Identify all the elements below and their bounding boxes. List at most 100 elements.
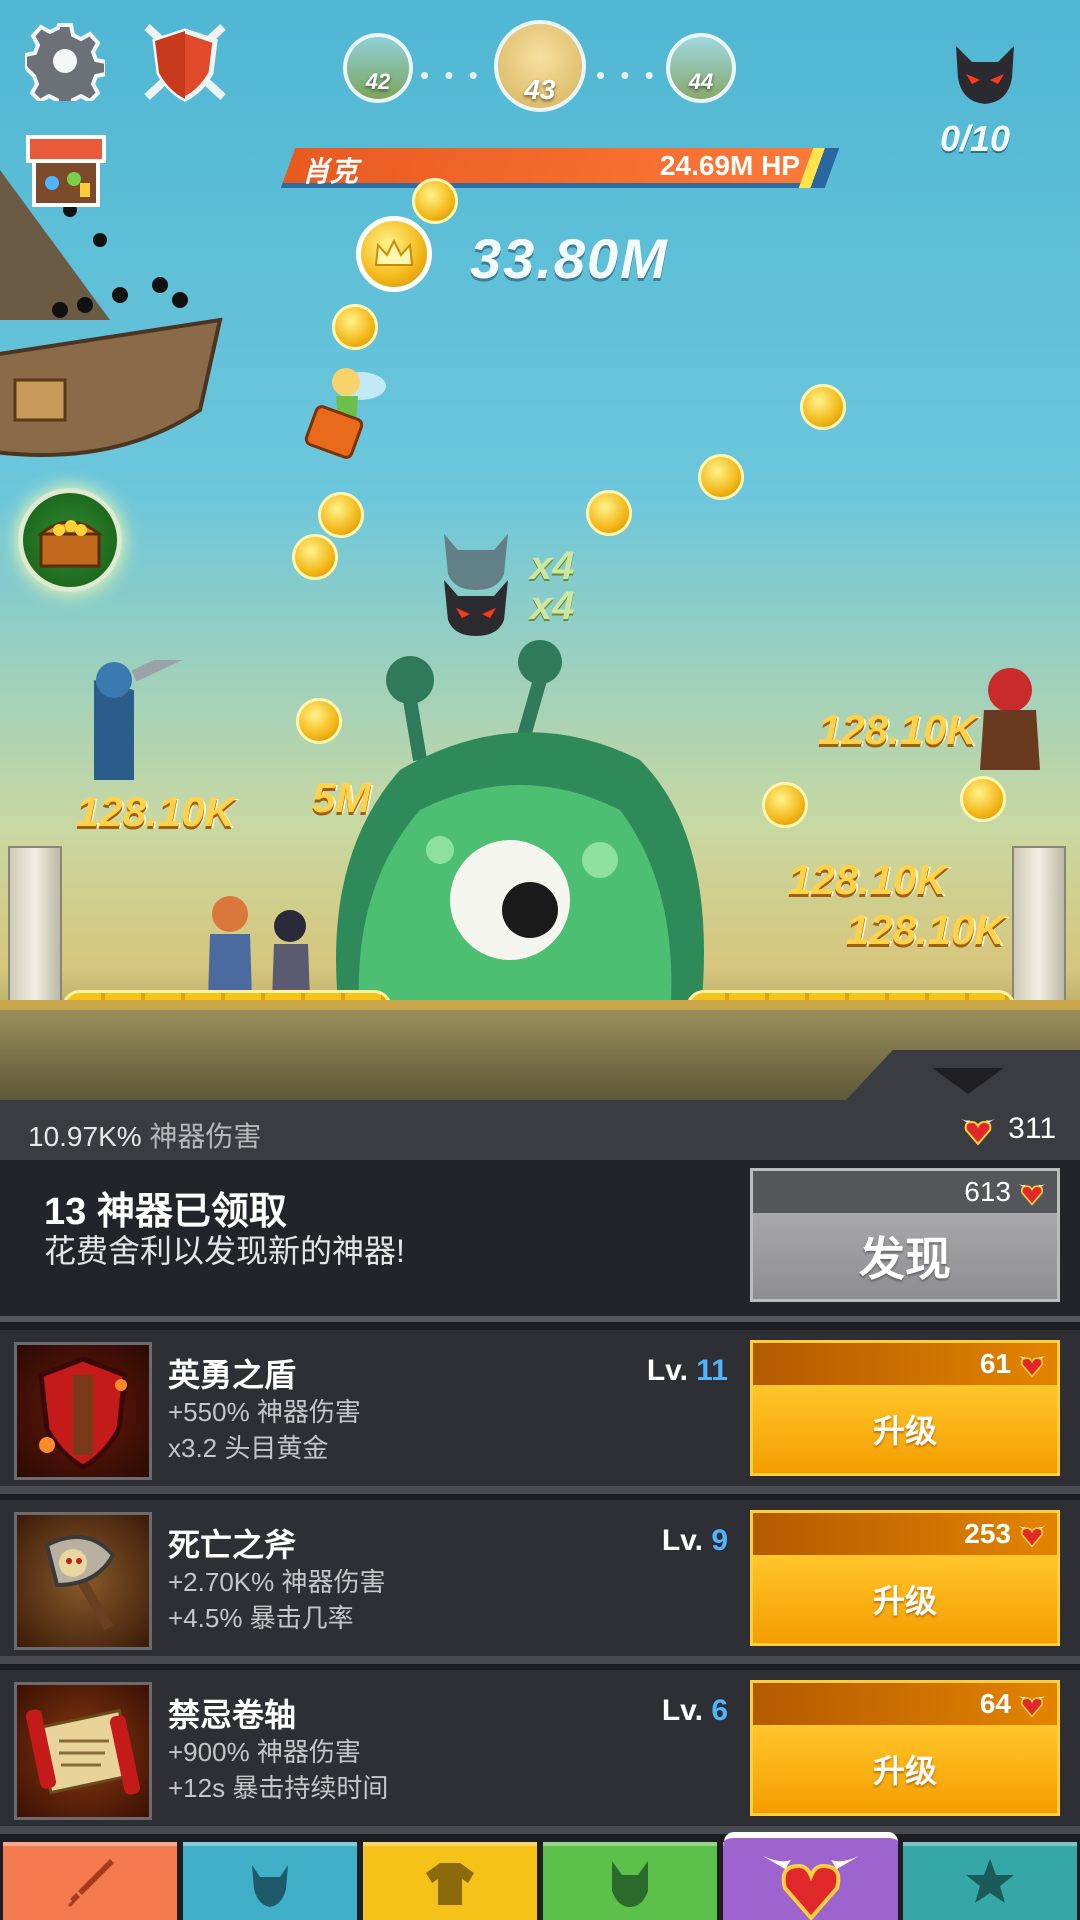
tab-equipment[interactable] [363,1842,537,1920]
discover-description: 花费舍利以发现新的神器! [44,1233,405,1269]
artifact-row: 死亡之斧 +2.70K% 神器伤害 +4.5% 暴击几率 Lv. 9 253 升… [0,1500,1080,1664]
flying-coin[interactable] [292,534,338,580]
boss-kill-counter: 0/10 [940,118,1011,159]
level-number: 11 [696,1354,728,1387]
scroll-artifact-icon[interactable] [14,1682,152,1820]
game-scene[interactable]: 42 • • • 43 • • • 44 0/10 肖克 24.69M HP 3… [0,0,1080,1100]
treasure-chest-icon[interactable] [18,488,122,592]
damage-number: 5M [312,774,371,821]
upgrade-cost-bar: 253 [753,1513,1057,1555]
discover-cost-bar: 613 [753,1171,1057,1213]
tab-shop[interactable] [903,1842,1077,1920]
gold-amount: 33.80M [470,227,669,290]
flying-coin[interactable] [412,178,458,224]
upgrade-cost-bar: 61 [753,1343,1057,1385]
upgrade-button-label: 升级 [753,1555,1057,1643]
upgrade-cost: 64 [979,1688,1011,1719]
artifact-stat-secondary: +12s 暴击持续时间 [168,1773,389,1803]
devil-boss-icon[interactable] [950,38,1020,108]
upgrade-button[interactable]: 64 升级 [750,1680,1060,1816]
stage-node-previous: 42 [343,33,413,103]
flying-coin[interactable] [318,492,364,538]
upgrade-cost: 61 [979,1348,1011,1379]
total-artifact-damage: 10.97K% 神器伤害 [28,1115,261,1155]
shop-stall-icon[interactable] [22,132,110,212]
axe-artifact-icon[interactable] [14,1512,152,1650]
tab-pets[interactable] [543,1842,717,1920]
stage-next-number: 44 [688,69,714,94]
boss-multiplier-2: x4 [530,584,575,628]
upgrade-button-label: 升级 [753,1725,1057,1813]
flying-coin[interactable] [332,304,378,350]
flying-coin[interactable] [586,490,632,536]
boss-hp-value: 24.69M HP [659,150,800,181]
winged-heart-relic-icon [1017,1524,1047,1548]
relic-amount: 311 [1008,1112,1056,1145]
upgrade-button-label: 升级 [753,1385,1057,1473]
damage-number: 128.10K [76,788,235,835]
stage-dots-right: • • • [596,60,658,90]
guild-shield-icon[interactable] [140,16,230,106]
artifact-damage-value: 10.97K% [28,1121,142,1152]
bottom-nav [0,1842,1080,1920]
artifact-level: Lv. 9 [662,1524,728,1558]
upgrade-button[interactable]: 253 升级 [750,1510,1060,1646]
flying-coin[interactable] [800,384,846,430]
artifact-name: 英勇之盾 [168,1357,297,1393]
discover-button[interactable]: 613 发现 [750,1168,1060,1302]
artifact-row: 禁忌卷轴 +900% 神器伤害 +12s 暴击持续时间 Lv. 6 64 升级 [0,1670,1080,1834]
tab-sword[interactable] [3,1842,177,1920]
artifact-row: 英勇之盾 +550% 神器伤害 x3.2 头目黄金 Lv. 11 61 升级 [0,1330,1080,1494]
artifact-level: Lv. 11 [647,1354,728,1388]
pet-face-icon [612,1861,648,1907]
level-prefix: Lv. [661,1524,703,1557]
winged-heart-relic-icon [1017,1694,1047,1718]
boss-multiplier-1: x4 [530,544,575,588]
level-prefix: Lv. [646,1354,688,1387]
flying-coin[interactable] [960,776,1006,822]
artifact-level: Lv. 6 [662,1694,728,1728]
chevron-down-icon[interactable] [932,1068,1004,1094]
stage-node-current: 43 [494,20,586,112]
winged-heart-relic-icon [1017,1182,1047,1206]
flying-coin[interactable] [762,782,808,828]
winged-heart-relic-icon [1017,1354,1047,1378]
artifact-stat-primary: +2.70K% 神器伤害 [168,1567,386,1597]
fairy-with-chest-illustration [304,368,386,459]
star-icon [966,1859,1014,1903]
flying-coin[interactable] [698,454,744,500]
level-number: 6 [711,1694,728,1727]
relic-counter: 311 [958,1112,1056,1146]
damage-number: 128.10K [846,906,1005,953]
tab-heroes[interactable] [183,1842,357,1920]
viking-helmet-icon [252,1865,288,1907]
devil-minion-icon [444,534,508,636]
shield-artifact-icon[interactable] [14,1342,152,1480]
boss-name: 肖克 [302,156,359,187]
shirt-icon [426,1863,474,1905]
artifact-stat-primary: +550% 神器伤害 [168,1397,361,1427]
artifact-name: 禁忌卷轴 [168,1697,297,1733]
level-prefix: Lv. [661,1694,703,1727]
damage-number: 128.10K [788,856,947,903]
gold-crown-coin-icon [356,216,432,292]
tab-artifacts-active[interactable] [724,1832,898,1920]
green-monster-boss[interactable] [320,640,720,1020]
artifact-damage-label: 神器伤害 [149,1121,262,1152]
artifact-stat-primary: +900% 神器伤害 [168,1737,361,1767]
level-number: 9 [711,1524,728,1557]
upgrade-cost: 253 [964,1518,1011,1549]
sword-icon [68,1859,114,1907]
stage-node-next: 44 [666,33,736,103]
discover-button-label: 发现 [753,1213,1057,1299]
artifact-stat-secondary: +4.5% 暴击几率 [168,1603,354,1633]
stage-dots-left: • • • [420,60,482,90]
settings-gear-icon[interactable] [22,18,108,104]
discover-cost: 613 [964,1176,1011,1207]
stone-pillar [1012,846,1066,1010]
winged-heart-relic-icon [960,1118,997,1146]
stone-pillar [8,846,62,1010]
upgrade-button[interactable]: 61 升级 [750,1340,1060,1476]
damage-number: 128.10K [818,706,977,753]
upgrade-cost-bar: 64 [753,1683,1057,1725]
